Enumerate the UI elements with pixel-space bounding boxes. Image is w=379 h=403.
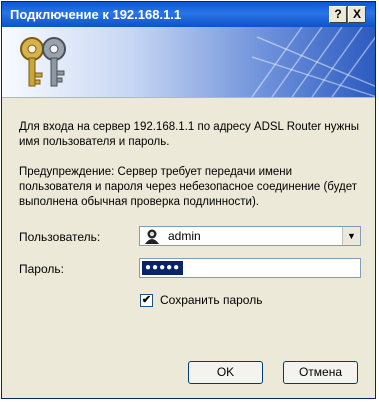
close-button[interactable]: X <box>348 6 366 23</box>
user-combobox[interactable]: admin ▼ <box>139 226 361 246</box>
ok-button[interactable]: OK <box>188 361 263 384</box>
keys-icon <box>20 37 66 87</box>
banner-decoration <box>251 27 375 97</box>
login-dialog: Подключение к 192.168.1.1 ? X Для входа … <box>1 1 376 399</box>
warning-text: Предупреждение: Сервер требует передачи … <box>19 166 357 208</box>
help-button[interactable]: ? <box>329 6 347 23</box>
user-value: admin <box>168 229 201 243</box>
remember-password-checkbox[interactable]: ✔ <box>140 294 153 307</box>
title-bar[interactable]: Подключение к 192.168.1.1 ? X <box>2 2 375 27</box>
cancel-button[interactable]: Отмена <box>283 361 358 384</box>
window-title: Подключение к 192.168.1.1 <box>10 7 182 22</box>
header-banner <box>2 27 375 98</box>
banner-art <box>20 27 375 97</box>
intro-text: Для входа на сервер 192.168.1.1 по адрес… <box>19 121 359 148</box>
dropdown-arrow-icon[interactable]: ▼ <box>342 227 360 245</box>
password-field[interactable]: ●●●●● <box>139 258 361 278</box>
password-label: Пароль: <box>19 262 64 276</box>
user-icon <box>145 229 159 244</box>
user-label: Пользователь: <box>19 230 101 244</box>
remember-password-label[interactable]: Сохранить пароль <box>160 293 262 307</box>
password-value: ●●●●● <box>142 261 184 275</box>
